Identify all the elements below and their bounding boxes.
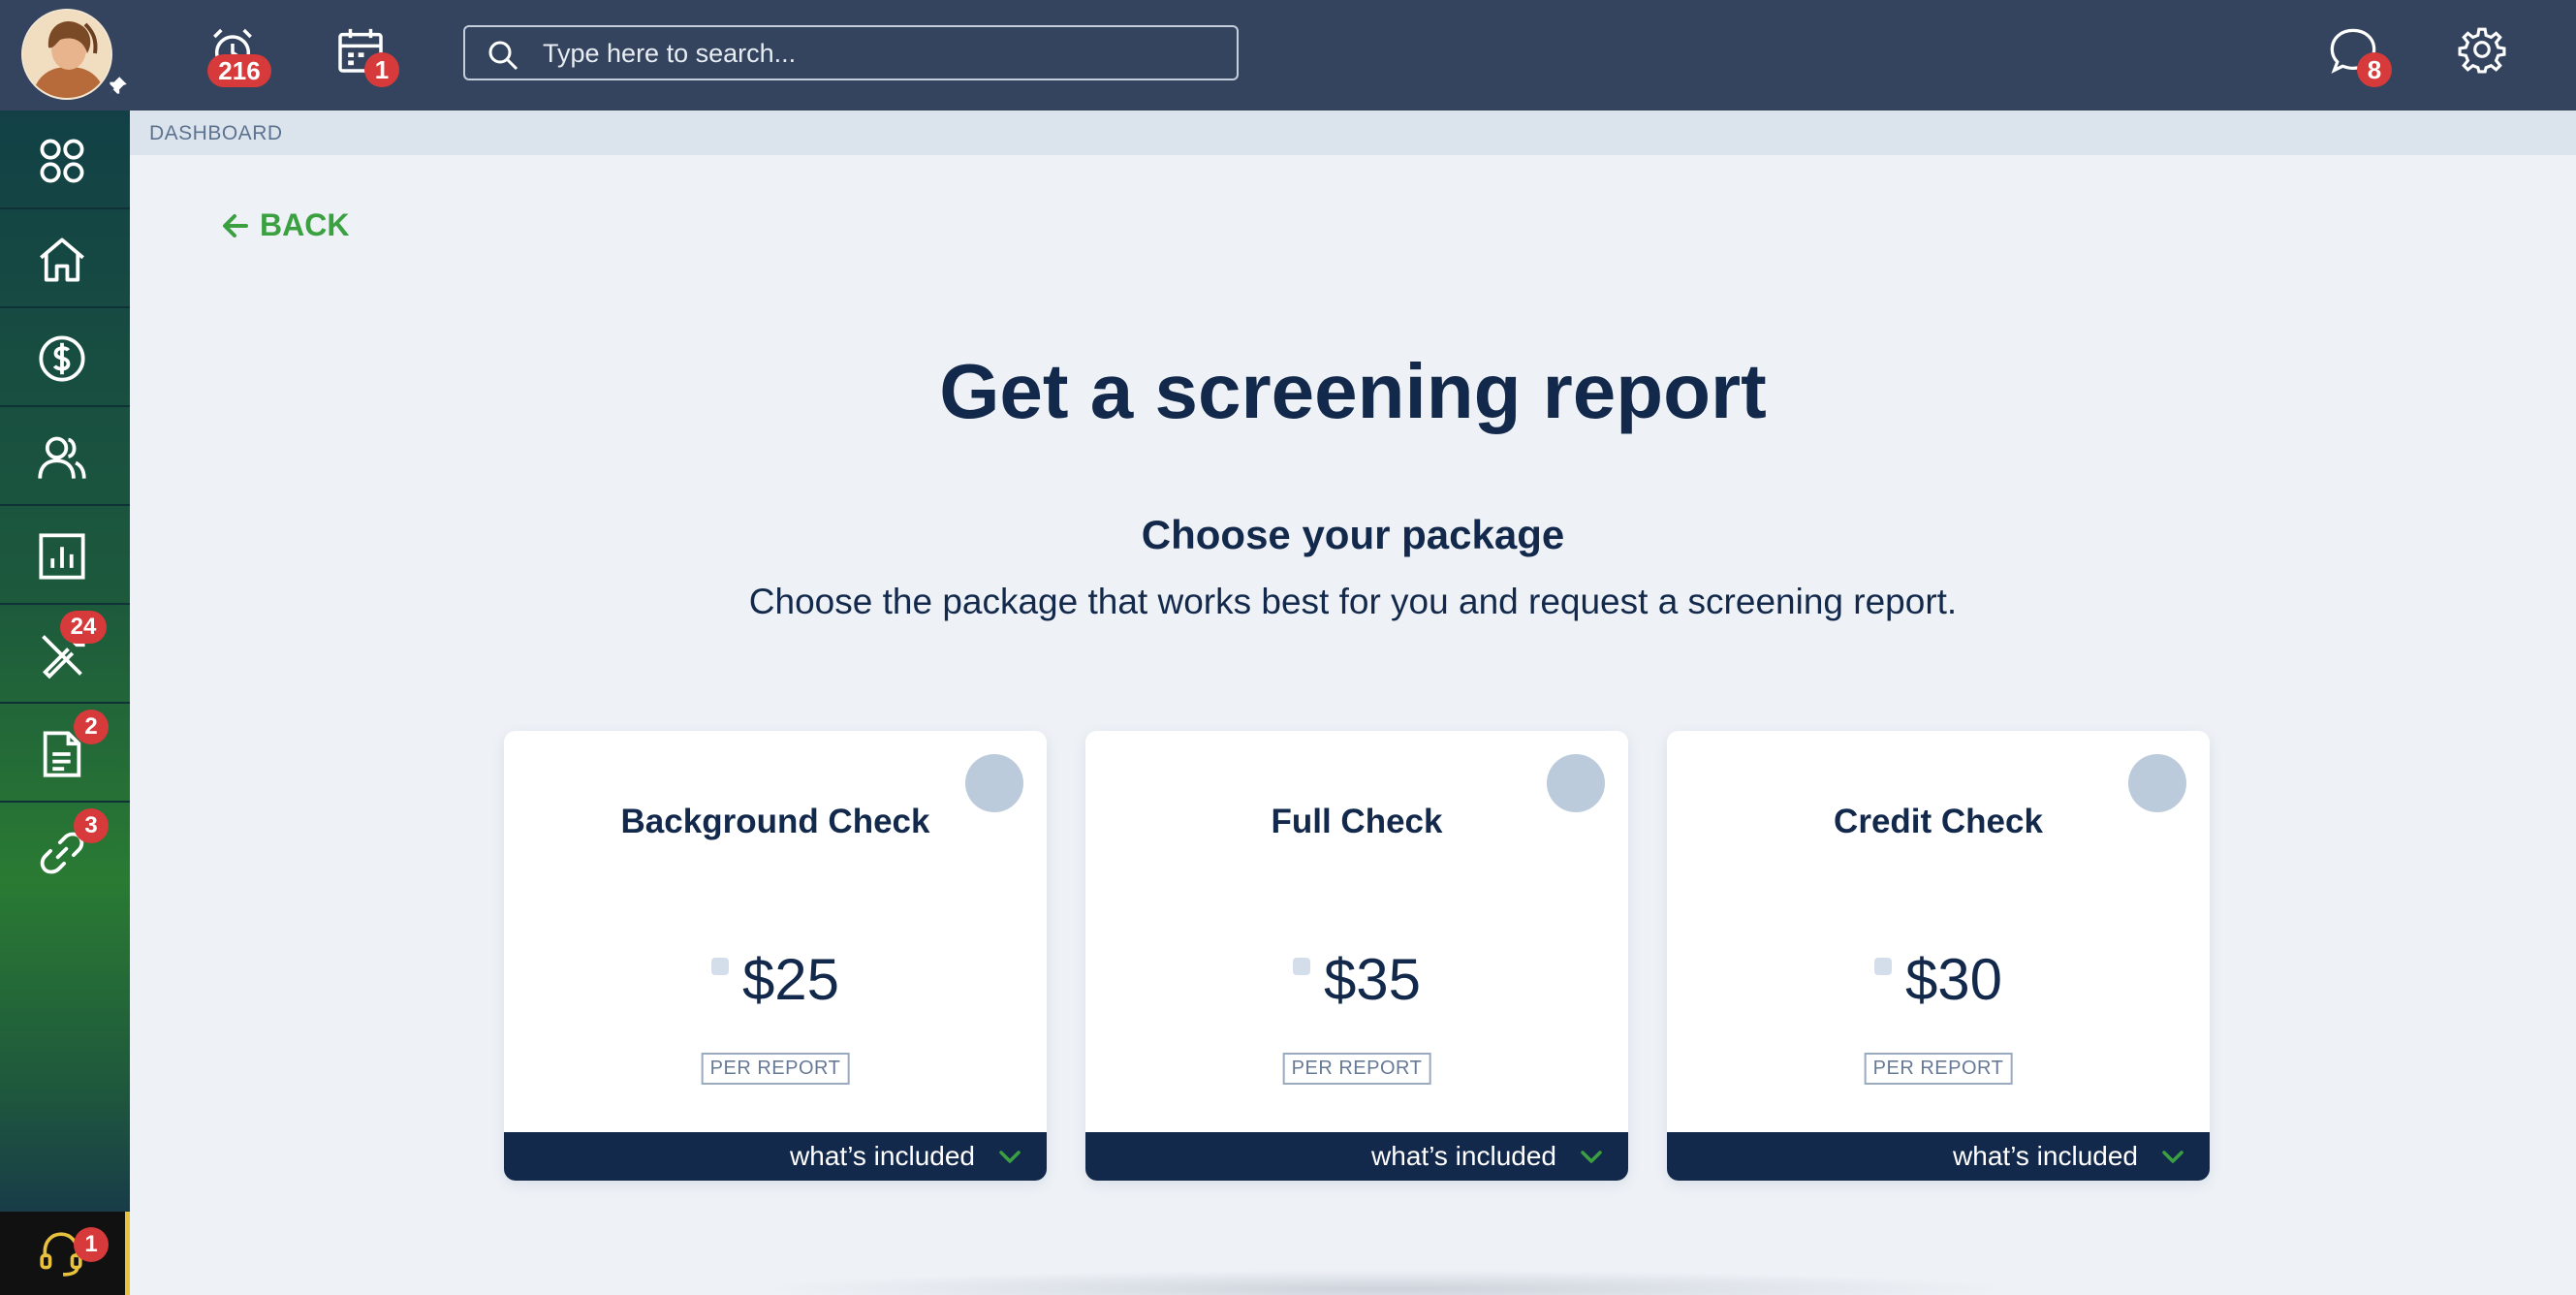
per-report-label: PER REPORT [1282,1053,1431,1085]
breadcrumb[interactable]: DASHBOARD [149,122,283,145]
package-name: Background Check [620,803,930,840]
price-indicator [710,958,729,975]
price-indicator [1292,958,1310,975]
sidebar-badge: 3 [74,808,109,843]
chevron-down-icon [1581,1151,1602,1163]
package-card-credit-check[interactable]: Credit Check $30 PER REPORT what’s inclu… [1667,731,2210,1181]
sidebar-item-people[interactable] [0,407,130,506]
dollar-icon [39,335,85,382]
search-icon [488,41,518,71]
back-label: BACK [260,207,350,242]
chevron-down-icon [999,1151,1021,1163]
per-report-label: PER REPORT [701,1053,850,1085]
sidebar-item-documents[interactable]: 2 [0,704,130,803]
footer-panel-shadow [756,1270,2016,1295]
sidebar-badge: 24 [60,611,107,644]
whats-included-toggle[interactable]: what’s included [504,1132,1047,1181]
whats-included-toggle[interactable]: what’s included [1085,1132,1628,1181]
price-row: $30 [1667,946,2210,1013]
arrow-left-icon [223,213,248,237]
home-icon [40,237,84,282]
package-price: $25 [741,947,840,1012]
package-name: Credit Check [1834,803,2043,840]
calendar-badge: 1 [364,52,399,87]
alarm-badge: 216 [207,54,271,87]
sidebar-item-maintenance[interactable]: 24 [0,605,130,704]
whats-included-label: what’s included [1371,1141,1556,1171]
sidebar-badge: 2 [74,710,109,744]
sidebar-item-finance[interactable] [0,308,130,407]
package-card-full-check[interactable]: Full Check $35 PER REPORT what’s include… [1085,731,1628,1181]
support-badge: 1 [74,1227,109,1262]
messages-badge: 8 [2357,52,2392,87]
sidebar-item-apps[interactable] [0,111,130,209]
chevron-down-icon [2162,1151,2183,1163]
sidebar-item-home[interactable] [0,209,130,308]
support-button[interactable]: 1 [0,1212,130,1295]
avatar[interactable] [21,9,112,100]
per-report-label: PER REPORT [1864,1053,2013,1085]
package-price: $30 [1904,947,2003,1012]
section-subtitle: Choose your package [1141,512,1565,557]
package-price: $35 [1323,947,1422,1012]
users-icon [38,436,86,479]
price-indicator [1873,958,1892,975]
price-row: $35 [1085,946,1628,1013]
sidebar-item-links[interactable]: 3 [0,803,130,901]
sidebar: 24 2 3 [0,111,130,1212]
apps-grid-icon [40,139,84,183]
whats-included-toggle[interactable]: what’s included [1667,1132,2210,1181]
package-card-background-check[interactable]: Background Check $25 PER REPORT what’s i… [504,731,1047,1181]
back-link[interactable]: BACK [221,207,349,243]
whats-included-label: what’s included [790,1141,975,1171]
gear-icon[interactable] [2458,25,2506,74]
chart-icon [39,533,85,580]
page-title: Get a screening report [939,348,1767,434]
pin-icon[interactable] [105,74,130,99]
whats-included-label: what’s included [1953,1141,2138,1171]
search-input[interactable] [543,33,1211,74]
section-description: Choose the package that works best for y… [748,582,1958,621]
search-box[interactable] [463,25,1239,80]
price-row: $25 [504,946,1047,1013]
package-name: Full Check [1271,803,1443,840]
sidebar-item-reports[interactable] [0,506,130,605]
top-bar: 216 1 8 [0,0,2576,111]
breadcrumb-bar: DASHBOARD [130,111,2576,155]
